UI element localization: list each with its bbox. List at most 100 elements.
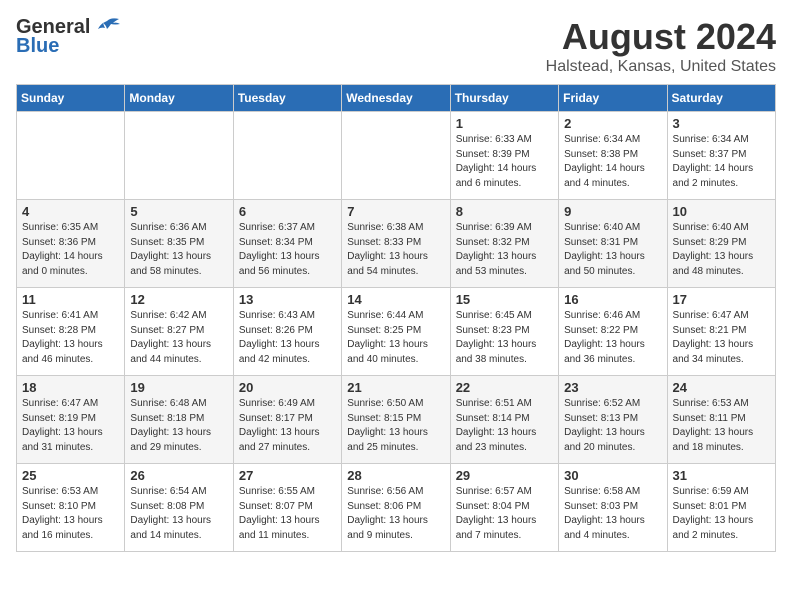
day-number: 28 <box>347 468 444 483</box>
day-info: Sunrise: 6:38 AMSunset: 8:33 PMDaylight:… <box>347 221 444 279</box>
calendar-cell <box>342 112 450 200</box>
weekday-header-sunday: Sunday <box>17 85 125 112</box>
calendar-cell: 25 Sunrise: 6:53 AMSunset: 8:10 PMDayligh… <box>17 464 125 552</box>
day-info: Sunrise: 6:49 AMSunset: 8:17 PMDaylight:… <box>239 397 336 455</box>
calendar-cell: 29Sunrise: 6:57 AMSunset: 8:04 PMDayligh… <box>450 464 558 552</box>
weekday-header-monday: Monday <box>125 85 233 112</box>
calendar-cell: 4 Sunrise: 6:35 AMSunset: 8:36 PMDaylight… <box>17 200 125 288</box>
day-number: 27 <box>239 468 336 483</box>
day-number: 14 <box>347 292 444 307</box>
day-info: Sunrise: 6:59 AMSunset: 8:01 PMDaylight:… <box>673 485 770 543</box>
day-info: Sunrise: 6:35 AMSunset: 8:36 PMDaylight:… <box>22 221 119 279</box>
day-number: 1 <box>456 116 553 131</box>
day-info: Sunrise: 6:36 AMSunset: 8:35 PMDaylight:… <box>130 221 227 279</box>
page-header: General Blue August 2024 Halstead, Kansa… <box>16 16 776 76</box>
calendar-cell <box>17 112 125 200</box>
day-info: Sunrise: 6:40 AMSunset: 8:31 PMDaylight:… <box>564 221 661 279</box>
day-number: 10 <box>673 204 770 219</box>
day-info: Sunrise: 6:39 AMSunset: 8:32 PMDaylight:… <box>456 221 553 279</box>
day-number: 5 <box>130 204 227 219</box>
day-number: 7 <box>347 204 444 219</box>
day-number: 21 <box>347 380 444 395</box>
logo-bird-icon <box>93 17 121 39</box>
day-number: 30 <box>564 468 661 483</box>
calendar-cell <box>125 112 233 200</box>
calendar-cell: 6 Sunrise: 6:37 AMSunset: 8:34 PMDaylight… <box>233 200 341 288</box>
day-info: Sunrise: 6:52 AMSunset: 8:13 PMDaylight:… <box>564 397 661 455</box>
day-number: 24 <box>673 380 770 395</box>
day-number: 9 <box>564 204 661 219</box>
day-info: Sunrise: 6:50 AMSunset: 8:15 PMDaylight:… <box>347 397 444 455</box>
day-number: 12 <box>130 292 227 307</box>
calendar-cell: 8Sunrise: 6:39 AMSunset: 8:32 PMDaylight… <box>450 200 558 288</box>
calendar-table: SundayMondayTuesdayWednesdayThursdayFrid… <box>16 84 776 552</box>
month-title: August 2024 <box>546 16 776 58</box>
calendar-week-row: 25 Sunrise: 6:53 AMSunset: 8:10 PMDayligh… <box>17 464 776 552</box>
calendar-cell: 7 Sunrise: 6:38 AMSunset: 8:33 PMDaylight… <box>342 200 450 288</box>
calendar-cell: 22 Sunrise: 6:51 AMSunset: 8:14 PMDayligh… <box>450 376 558 464</box>
logo-blue-text: Blue <box>16 35 59 58</box>
day-info: Sunrise: 6:34 AMSunset: 8:38 PMDaylight:… <box>564 133 661 191</box>
day-info: Sunrise: 6:57 AMSunset: 8:04 PMDaylight:… <box>456 485 553 543</box>
day-info: Sunrise: 6:58 AMSunset: 8:03 PMDaylight:… <box>564 485 661 543</box>
calendar-cell: 16Sunrise: 6:46 AMSunset: 8:22 PMDayligh… <box>559 288 667 376</box>
day-info: Sunrise: 6:42 AMSunset: 8:27 PMDaylight:… <box>130 309 227 367</box>
logo: General Blue <box>16 16 121 58</box>
day-info: Sunrise: 6:41 AMSunset: 8:28 PMDaylight:… <box>22 309 119 367</box>
calendar-cell: 20Sunrise: 6:49 AMSunset: 8:17 PMDayligh… <box>233 376 341 464</box>
calendar-cell: 24 Sunrise: 6:53 AMSunset: 8:11 PMDayligh… <box>667 376 775 464</box>
day-info: Sunrise: 6:37 AMSunset: 8:34 PMDaylight:… <box>239 221 336 279</box>
day-number: 25 <box>22 468 119 483</box>
day-number: 18 <box>22 380 119 395</box>
calendar-cell: 9 Sunrise: 6:40 AMSunset: 8:31 PMDaylight… <box>559 200 667 288</box>
day-number: 13 <box>239 292 336 307</box>
location-title: Halstead, Kansas, United States <box>546 58 776 76</box>
day-number: 23 <box>564 380 661 395</box>
day-number: 16 <box>564 292 661 307</box>
day-info: Sunrise: 6:47 AMSunset: 8:21 PMDaylight:… <box>673 309 770 367</box>
day-info: Sunrise: 6:44 AMSunset: 8:25 PMDaylight:… <box>347 309 444 367</box>
calendar-week-row: 1 Sunrise: 6:33 AMSunset: 8:39 PMDaylight… <box>17 112 776 200</box>
calendar-week-row: 4 Sunrise: 6:35 AMSunset: 8:36 PMDaylight… <box>17 200 776 288</box>
day-info: Sunrise: 6:54 AMSunset: 8:08 PMDaylight:… <box>130 485 227 543</box>
day-info: Sunrise: 6:47 AMSunset: 8:19 PMDaylight:… <box>22 397 119 455</box>
day-number: 2 <box>564 116 661 131</box>
day-number: 3 <box>673 116 770 131</box>
day-info: Sunrise: 6:34 AMSunset: 8:37 PMDaylight:… <box>673 133 770 191</box>
day-info: Sunrise: 6:53 AMSunset: 8:10 PMDaylight:… <box>22 485 119 543</box>
calendar-cell: 17 Sunrise: 6:47 AMSunset: 8:21 PMDayligh… <box>667 288 775 376</box>
day-info: Sunrise: 6:51 AMSunset: 8:14 PMDaylight:… <box>456 397 553 455</box>
title-area: August 2024 Halstead, Kansas, United Sta… <box>546 16 776 76</box>
calendar-cell <box>233 112 341 200</box>
weekday-header-wednesday: Wednesday <box>342 85 450 112</box>
calendar-cell: 15Sunrise: 6:45 AMSunset: 8:23 PMDayligh… <box>450 288 558 376</box>
day-info: Sunrise: 6:43 AMSunset: 8:26 PMDaylight:… <box>239 309 336 367</box>
day-number: 4 <box>22 204 119 219</box>
calendar-cell: 2 Sunrise: 6:34 AMSunset: 8:38 PMDaylight… <box>559 112 667 200</box>
calendar-week-row: 18 Sunrise: 6:47 AMSunset: 8:19 PMDayligh… <box>17 376 776 464</box>
day-number: 6 <box>239 204 336 219</box>
weekday-header-tuesday: Tuesday <box>233 85 341 112</box>
weekday-header-friday: Friday <box>559 85 667 112</box>
weekday-header-saturday: Saturday <box>667 85 775 112</box>
calendar-cell: 21 Sunrise: 6:50 AMSunset: 8:15 PMDayligh… <box>342 376 450 464</box>
calendar-cell: 3 Sunrise: 6:34 AMSunset: 8:37 PMDaylight… <box>667 112 775 200</box>
day-number: 19 <box>130 380 227 395</box>
calendar-cell: 28Sunrise: 6:56 AMSunset: 8:06 PMDayligh… <box>342 464 450 552</box>
day-info: Sunrise: 6:33 AMSunset: 8:39 PMDaylight:… <box>456 133 553 191</box>
calendar-cell: 23 Sunrise: 6:52 AMSunset: 8:13 PMDayligh… <box>559 376 667 464</box>
day-number: 11 <box>22 292 119 307</box>
calendar-cell: 14 Sunrise: 6:44 AMSunset: 8:25 PMDayligh… <box>342 288 450 376</box>
day-number: 22 <box>456 380 553 395</box>
calendar-cell: 19Sunrise: 6:48 AMSunset: 8:18 PMDayligh… <box>125 376 233 464</box>
day-info: Sunrise: 6:53 AMSunset: 8:11 PMDaylight:… <box>673 397 770 455</box>
calendar-cell: 10Sunrise: 6:40 AMSunset: 8:29 PMDayligh… <box>667 200 775 288</box>
day-number: 26 <box>130 468 227 483</box>
day-number: 17 <box>673 292 770 307</box>
weekday-header-row: SundayMondayTuesdayWednesdayThursdayFrid… <box>17 85 776 112</box>
calendar-cell: 11 Sunrise: 6:41 AMSunset: 8:28 PMDayligh… <box>17 288 125 376</box>
calendar-cell: 30 Sunrise: 6:58 AMSunset: 8:03 PMDayligh… <box>559 464 667 552</box>
calendar-week-row: 11 Sunrise: 6:41 AMSunset: 8:28 PMDayligh… <box>17 288 776 376</box>
calendar-cell: 12 Sunrise: 6:42 AMSunset: 8:27 PMDayligh… <box>125 288 233 376</box>
calendar-cell: 13 Sunrise: 6:43 AMSunset: 8:26 PMDayligh… <box>233 288 341 376</box>
